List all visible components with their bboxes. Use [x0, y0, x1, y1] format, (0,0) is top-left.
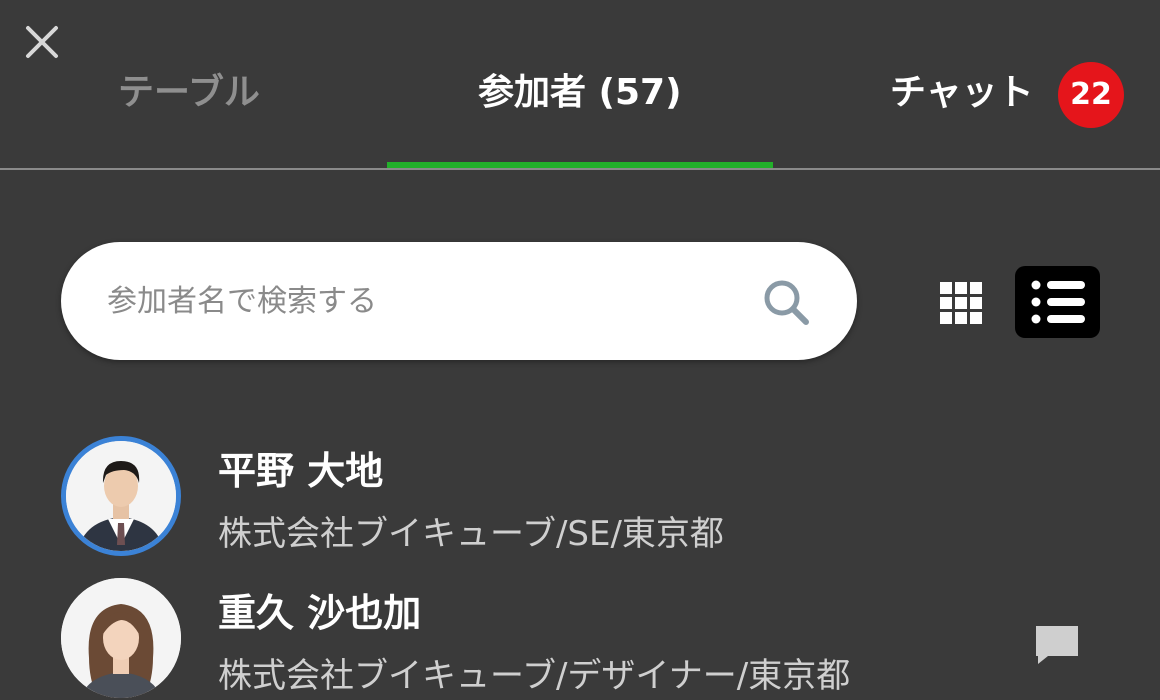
- participant-name: 重久 沙也加: [218, 591, 422, 635]
- search-field: [61, 242, 857, 360]
- list-view-icon: [1031, 280, 1085, 324]
- avatar: [61, 578, 181, 698]
- search-input[interactable]: [107, 276, 727, 326]
- participant-row[interactable]: 重久 沙也加 株式会社ブイキューブ/デザイナー/東京都: [0, 572, 1160, 700]
- grid-view-icon[interactable]: [930, 272, 992, 334]
- participant-detail: 株式会社ブイキューブ/SE/東京都: [218, 514, 724, 554]
- avatar: [61, 436, 181, 556]
- tab-chat[interactable]: チャット: [890, 68, 1034, 118]
- participant-name: 平野 大地: [218, 449, 384, 493]
- search-icon[interactable]: [758, 274, 816, 332]
- tab-table[interactable]: テーブル: [118, 68, 260, 118]
- participant-row[interactable]: 平野 大地 株式会社ブイキューブ/SE/東京都: [0, 430, 1160, 565]
- message-icon[interactable]: [1032, 622, 1082, 668]
- tab-bar: テーブル 参加者 (57) チャット: [0, 48, 1160, 170]
- participants-panel: テーブル 参加者 (57) チャット 22 参加者名で検索する 平野 大地 株式…: [0, 0, 1160, 700]
- list-view-button[interactable]: [1015, 266, 1100, 338]
- active-tab-indicator: [387, 162, 773, 168]
- tab-participants[interactable]: 参加者 (57): [478, 68, 682, 118]
- participant-detail: 株式会社ブイキューブ/デザイナー/東京都: [218, 656, 851, 696]
- chat-unread-badge: 22: [1058, 62, 1124, 128]
